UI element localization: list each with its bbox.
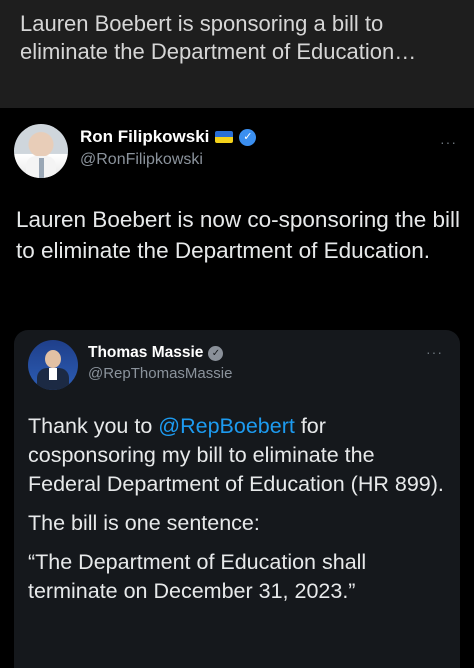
banner-headline: Lauren Boebert is sponsoring a bill to e… [20,11,417,64]
verified-badge-icon: ✓ [239,128,257,146]
tweet-screenshot: Lauren Boebert is sponsoring a bill to e… [0,0,474,668]
quoted-author-handle[interactable]: @RepThomasMassie [88,365,232,382]
mention-link[interactable]: @RepBoebert [158,414,295,438]
author-handle[interactable]: @RonFilipkowski [80,151,203,169]
avatar[interactable] [14,124,68,178]
quoted-tweet-card[interactable]: Thomas Massie ✓ @RepThomasMassie ··· Tha… [14,330,460,668]
quoted-paragraph-2: The bill is one sentence: [28,511,260,535]
verified-badge-icon: ✓ [208,345,224,361]
more-options-icon[interactable]: ··· [440,134,457,150]
quoted-paragraph-3: “The Department of Education shall termi… [28,550,367,603]
author-display-name[interactable]: Ron Filipkowski [80,127,209,147]
quoted-avatar[interactable] [28,340,78,390]
author-name-row: Ron Filipkowski ✓ [80,127,257,147]
ukraine-flag-icon [215,131,234,143]
quoted-more-options-icon[interactable]: ··· [426,344,443,360]
quoted-paragraph-1: Thank you to @RepBoebert for cosponsorin… [28,414,444,496]
tweet-text: Lauren Boebert is now co-sponsoring the … [16,207,461,263]
headline-banner: Lauren Boebert is sponsoring a bill to e… [0,0,474,108]
quoted-author-name-row: Thomas Massie ✓ [88,344,224,362]
quoted-author-display-name[interactable]: Thomas Massie [88,344,203,362]
quoted-tweet-text: Thank you to @RepBoebert for cosponsorin… [28,412,448,616]
